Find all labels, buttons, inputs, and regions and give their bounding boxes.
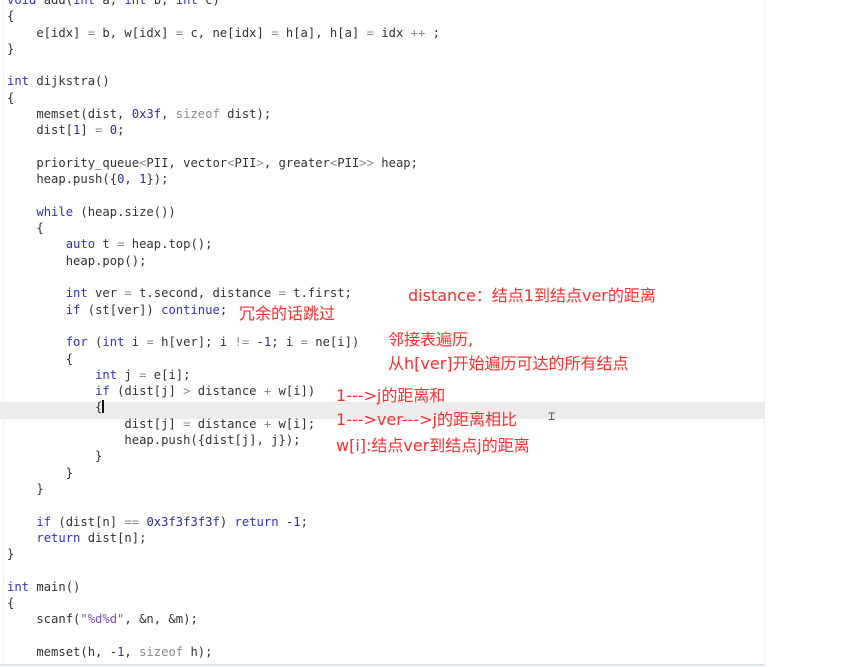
code-line[interactable]: {	[7, 8, 440, 24]
code-line[interactable]: memset(h, -1, sizeof h);	[7, 644, 440, 660]
code-line[interactable]: scanf("%d%d", &n, &m);	[7, 611, 440, 627]
annotation-skip-redundant: 冗余的话跳过	[239, 304, 336, 323]
code-line[interactable]: }	[7, 465, 440, 481]
code-line[interactable]: return dist[n];	[7, 530, 440, 546]
code-line[interactable]: {	[7, 220, 440, 236]
code-line[interactable]: {	[7, 351, 440, 367]
code-line[interactable]: while (heap.size())	[7, 204, 440, 220]
annotation-compare-line2: 1--->ver--->j的距离相比	[336, 410, 517, 429]
code-line[interactable]: ​	[7, 57, 440, 73]
code-line[interactable]: heap.push({0, 1});	[7, 171, 440, 187]
annotation-compare-line1: 1--->j的距离和	[336, 386, 446, 405]
code-line[interactable]: heap.pop();	[7, 253, 440, 269]
annotation-distance-meaning: distance：结点1到结点ver的距离	[408, 286, 656, 305]
annotation-weight-meaning: w[i]:结点ver到结点j的距离	[336, 436, 530, 455]
code-line[interactable]: e[idx] = b, w[idx] = c, ne[idx] = h[a], …	[7, 25, 440, 41]
code-line[interactable]: ​	[7, 628, 440, 644]
code-line[interactable]: {	[7, 90, 440, 106]
code-line[interactable]: for (int i = h[ver]; i != -1; i = ne[i])	[7, 334, 440, 350]
annotation-adjacency-line2: 从h[ver]开始遍历可达的所有结点	[388, 354, 629, 373]
code-line[interactable]: auto t = heap.top();	[7, 236, 440, 252]
code-line[interactable]: ​	[7, 269, 440, 285]
code-line[interactable]: }	[7, 546, 440, 562]
code-area[interactable]: void add(int a, int b, int c){ e[idx] = …	[7, 0, 440, 660]
code-line[interactable]: memset(dist, 0x3f, sizeof dist);	[7, 106, 440, 122]
code-line[interactable]: int ver = t.second, distance = t.first;	[7, 285, 440, 301]
text-cursor-ibeam-icon: ⌶	[548, 409, 556, 423]
code-line[interactable]: int main()	[7, 579, 440, 595]
code-line[interactable]: int dijkstra()	[7, 73, 440, 89]
text-caret	[102, 400, 105, 414]
code-line[interactable]: ​	[7, 139, 440, 155]
code-line[interactable]: ​	[7, 497, 440, 513]
code-line[interactable]: ​	[7, 318, 440, 334]
annotation-adjacency-line1: 邻接表遍历,	[388, 330, 474, 349]
code-line[interactable]: ​	[7, 562, 440, 578]
code-line[interactable]: }	[7, 481, 440, 497]
code-line[interactable]: if (dist[n] == 0x3f3f3f3f) return -1;	[7, 514, 440, 530]
code-line[interactable]: }	[7, 41, 440, 57]
code-editor[interactable]: void add(int a, int b, int c){ e[idx] = …	[0, 0, 765, 666]
code-line[interactable]: int j = e[i];	[7, 367, 440, 383]
code-line[interactable]: {	[7, 595, 440, 611]
gutter-divider	[3, 0, 4, 664]
code-line[interactable]: ​	[7, 188, 440, 204]
code-line[interactable]: dist[1] = 0;	[7, 122, 440, 138]
code-line[interactable]: void add(int a, int b, int c)	[7, 0, 440, 8]
code-line[interactable]: priority_queue<PII, vector<PII>, greater…	[7, 155, 440, 171]
code-line[interactable]: if (st[ver]) continue;	[7, 302, 440, 318]
